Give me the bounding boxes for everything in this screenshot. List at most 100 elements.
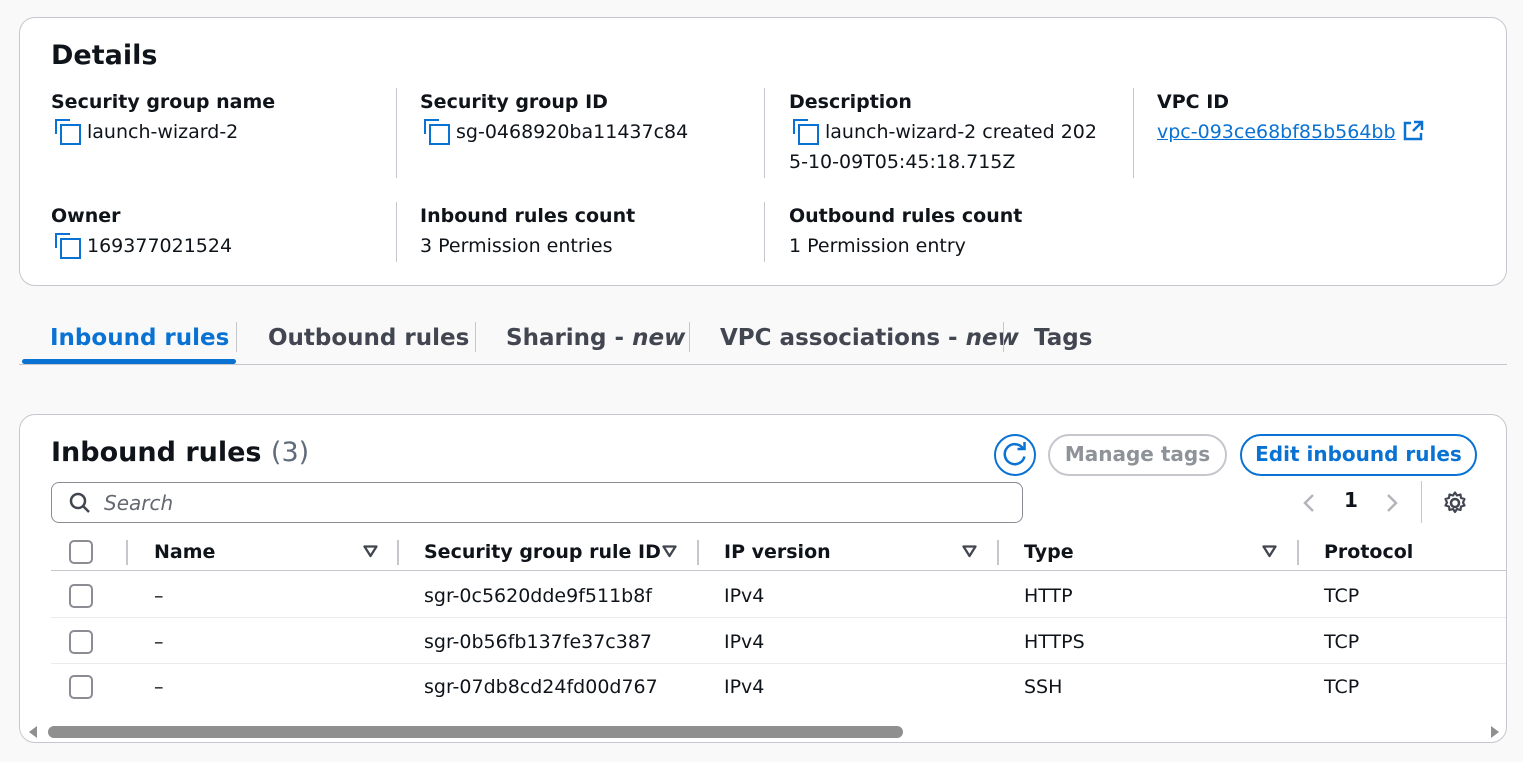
cell-rule-id: sgr-07db8cd24fd00d767 bbox=[424, 675, 658, 698]
column-separator bbox=[126, 540, 128, 565]
field-value: 169377021524 bbox=[87, 235, 233, 257]
field-label: Outbound rules count bbox=[789, 205, 1023, 227]
row-divider bbox=[51, 570, 1506, 571]
new-label: new bbox=[632, 325, 686, 351]
page-number[interactable]: 1 bbox=[1344, 488, 1358, 512]
column-header-type[interactable]: Type bbox=[1024, 533, 1074, 571]
tab-outbound-rules[interactable]: Outbound rules bbox=[268, 322, 469, 354]
cell-ip-version: IPv4 bbox=[724, 675, 765, 698]
cell-protocol: TCP bbox=[1324, 675, 1360, 698]
field-label: Owner bbox=[51, 205, 121, 227]
tab-vpc-associations[interactable]: VPC associations - new bbox=[720, 322, 1019, 354]
select-all-cell bbox=[69, 533, 93, 571]
divider bbox=[764, 202, 765, 262]
field-outbound-rules-count: Outbound rules count 1 Permission entry bbox=[789, 203, 1129, 261]
divider bbox=[764, 88, 765, 178]
details-panel: Details Security group name launch-wizar… bbox=[19, 17, 1507, 286]
row-checkbox[interactable] bbox=[69, 583, 93, 608]
vpc-id-link[interactable]: vpc-093ce68bf85b564bb bbox=[1157, 121, 1396, 143]
field-description: Description launch-wizard-2 created 202 … bbox=[789, 89, 1129, 177]
tab-label: VPC associations - bbox=[720, 325, 966, 351]
horizontal-scrollbar[interactable] bbox=[24, 722, 1504, 740]
inbound-rules-title: Inbound rules (3) bbox=[51, 437, 309, 468]
field-label: Security group name bbox=[51, 91, 276, 113]
cell-type: HTTP bbox=[1024, 584, 1073, 607]
field-label: Inbound rules count bbox=[420, 205, 636, 227]
table-row[interactable]: – sgr-0b56fb137fe37c387 IPv4 HTTPS TCP bbox=[51, 619, 1506, 664]
tab-separator bbox=[236, 322, 237, 352]
column-header-name[interactable]: Name bbox=[154, 533, 215, 571]
inbound-rules-panel: Inbound rules (3) Manage tags Edit inbou… bbox=[19, 414, 1507, 743]
scrollbar-thumb[interactable] bbox=[48, 726, 903, 738]
new-label: new bbox=[965, 325, 1019, 351]
refresh-icon bbox=[1003, 442, 1026, 466]
panel-title-text: Inbound rules bbox=[51, 437, 262, 468]
column-separator bbox=[697, 540, 699, 565]
cell-type: HTTPS bbox=[1024, 630, 1085, 653]
tab-separator bbox=[475, 322, 476, 352]
column-header-ip-version[interactable]: IP version bbox=[724, 533, 831, 571]
field-value: 1 Permission entry bbox=[789, 235, 966, 257]
copy-icon[interactable] bbox=[55, 119, 81, 145]
sort-down-icon[interactable] bbox=[962, 545, 977, 558]
cell-name: – bbox=[154, 630, 164, 653]
field-value: 3 Permission entries bbox=[420, 235, 613, 257]
field-label: Security group ID bbox=[420, 91, 608, 113]
search-box bbox=[51, 482, 1023, 523]
select-all-checkbox[interactable] bbox=[69, 540, 93, 564]
divider bbox=[396, 202, 397, 262]
field-value: launch-wizard-2 bbox=[87, 121, 239, 143]
row-checkbox[interactable] bbox=[69, 629, 93, 654]
tab-separator bbox=[1003, 322, 1004, 352]
cell-name: – bbox=[154, 675, 164, 698]
row-checkbox[interactable] bbox=[69, 674, 93, 699]
copy-icon[interactable] bbox=[793, 119, 819, 145]
field-label: Description bbox=[789, 91, 912, 113]
row-select-cell bbox=[69, 664, 93, 709]
tab-separator bbox=[689, 322, 690, 352]
cell-rule-id: sgr-0c5620dde9f511b8f bbox=[424, 584, 652, 607]
field-label: VPC ID bbox=[1157, 91, 1230, 113]
chevron-left-icon[interactable] bbox=[1302, 493, 1316, 513]
search-icon bbox=[69, 492, 90, 513]
refresh-button[interactable] bbox=[994, 434, 1036, 476]
tab-tags[interactable]: Tags bbox=[1034, 322, 1092, 354]
scroll-left-arrow-icon[interactable] bbox=[28, 726, 38, 738]
search-input[interactable] bbox=[104, 489, 984, 516]
edit-inbound-rules-button[interactable]: Edit inbound rules bbox=[1240, 434, 1477, 476]
column-separator bbox=[1297, 540, 1299, 565]
column-separator bbox=[997, 540, 999, 565]
chevron-right-icon[interactable] bbox=[1385, 493, 1399, 513]
divider bbox=[1421, 481, 1422, 523]
copy-icon[interactable] bbox=[424, 119, 450, 145]
manage-tags-button[interactable]: Manage tags bbox=[1048, 434, 1227, 476]
sort-down-icon[interactable] bbox=[1262, 545, 1277, 558]
table-header-row: Name Security group rule ID IP version T… bbox=[51, 533, 1506, 571]
tab-inbound-rules[interactable]: Inbound rules bbox=[50, 322, 229, 354]
external-link-icon[interactable] bbox=[1402, 120, 1424, 142]
sort-down-icon[interactable] bbox=[662, 545, 677, 558]
tab-label: Sharing - bbox=[506, 325, 633, 351]
cell-name: – bbox=[154, 584, 164, 607]
field-owner: Owner 169377021524 bbox=[51, 203, 391, 261]
gear-icon[interactable] bbox=[1442, 490, 1468, 516]
cell-ip-version: IPv4 bbox=[724, 584, 765, 607]
table-row[interactable]: – sgr-07db8cd24fd00d767 IPv4 SSH TCP bbox=[51, 664, 1506, 709]
tab-sharing[interactable]: Sharing - new bbox=[506, 322, 685, 354]
table-row[interactable]: – sgr-0c5620dde9f511b8f IPv4 HTTP TCP bbox=[51, 573, 1506, 618]
cell-rule-id: sgr-0b56fb137fe37c387 bbox=[424, 630, 653, 653]
row-select-cell bbox=[69, 573, 93, 618]
column-header-rule-id[interactable]: Security group rule ID bbox=[424, 533, 661, 571]
column-header-protocol[interactable]: Protocol bbox=[1324, 533, 1413, 571]
row-select-cell bbox=[69, 619, 93, 664]
row-divider bbox=[51, 617, 1506, 618]
tabs-baseline bbox=[19, 364, 1507, 365]
field-inbound-rules-count: Inbound rules count 3 Permission entries bbox=[420, 203, 760, 261]
field-value: launch-wizard-2 created 202 bbox=[825, 121, 1097, 143]
scroll-right-arrow-icon[interactable] bbox=[1490, 726, 1500, 738]
column-separator bbox=[397, 540, 399, 565]
copy-icon[interactable] bbox=[55, 233, 81, 259]
rules-count: (3) bbox=[270, 437, 310, 468]
sort-down-icon[interactable] bbox=[363, 545, 378, 558]
field-value: sg-0468920ba11437c84 bbox=[456, 121, 689, 143]
